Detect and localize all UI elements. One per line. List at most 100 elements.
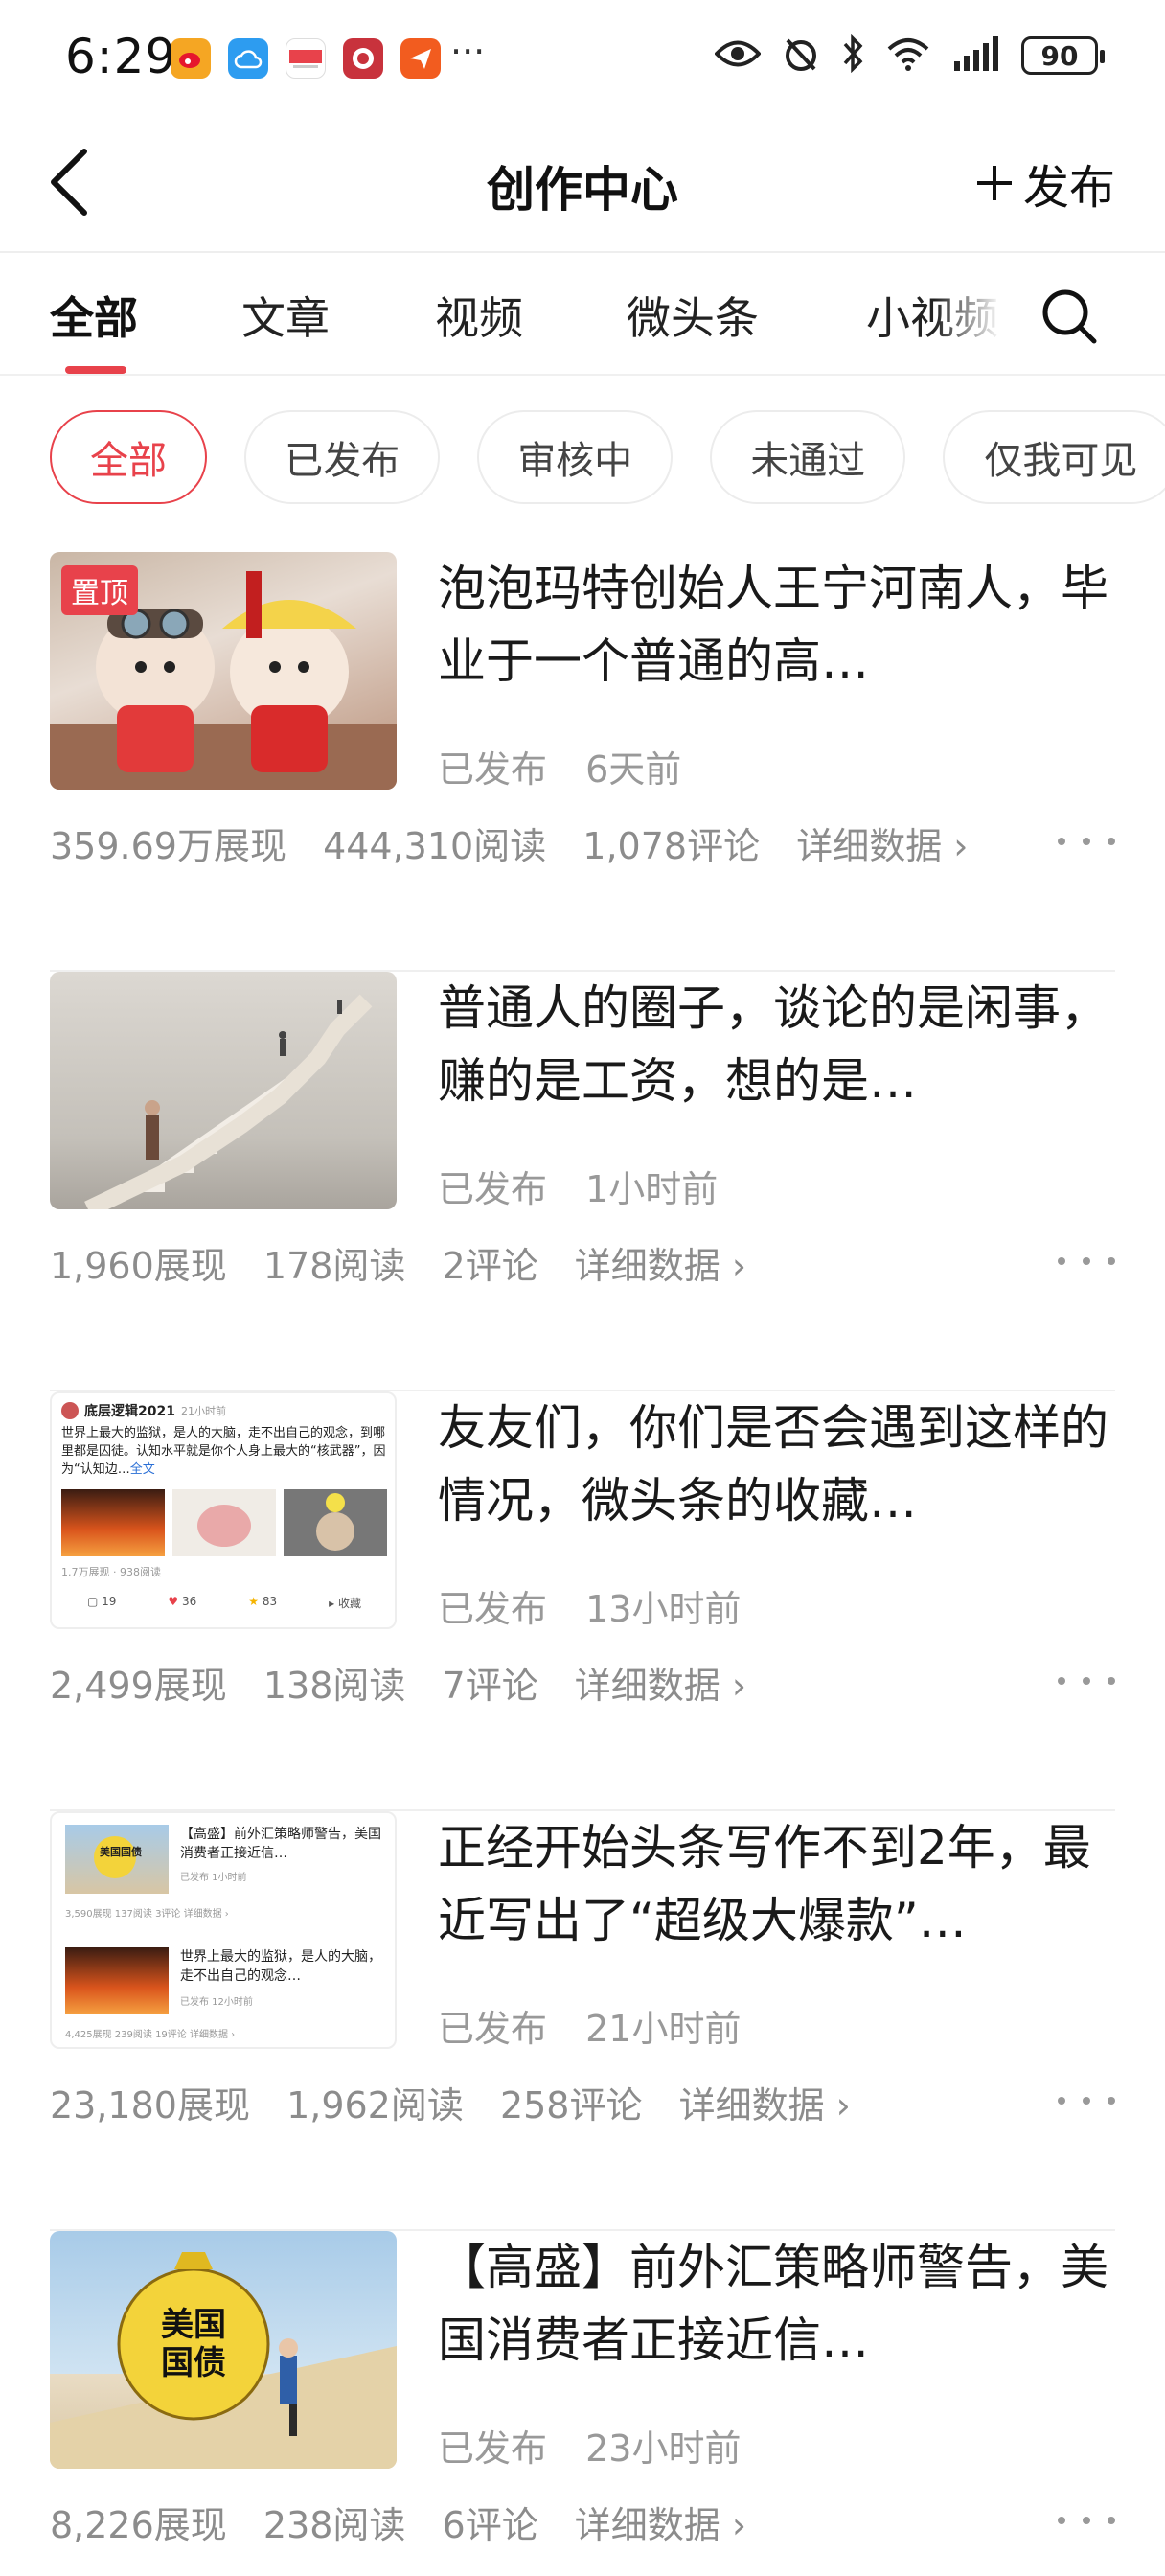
filter-rejected[interactable]: 未通过 <box>710 410 906 504</box>
thumb-author-name: 底层逻辑2021 <box>84 1404 175 1419</box>
toutiao-article-app-icon <box>343 38 383 79</box>
article-status-row: 已发布 23小时前 <box>438 2419 767 2472</box>
detail-data-link[interactable]: 详细数据 › <box>575 2504 746 2546</box>
article-title[interactable]: 【高盛】前外汇策略师警告，美国消费者正接近信… <box>438 2231 1108 2377</box>
top-nav-bar: 创作中心 发布 <box>0 115 1165 253</box>
status-label: 已发布 <box>438 748 548 791</box>
article-title[interactable]: 友友们，你们是否会遇到这样的情况，微头条的收藏… <box>438 1392 1108 1537</box>
thumb-likes: 36 <box>182 1595 197 1608</box>
dot-icon <box>1108 2097 1115 2104</box>
bag-label: 美国国债 <box>161 2306 226 2382</box>
heart-icon: ♥ 36 <box>168 1595 197 1608</box>
article-thumbnail[interactable] <box>50 972 397 1209</box>
detail-data-link[interactable]: 详细数据 › <box>679 2084 851 2127</box>
system-icons: 90 <box>714 34 1105 77</box>
thumb-author-time: 21小时前 <box>180 1405 226 1417</box>
more-options-button[interactable] <box>1058 1662 1115 1700</box>
publish-time: 6天前 <box>585 748 682 791</box>
head-bulb-image <box>284 1489 387 1556</box>
status-label: 已发布 <box>438 2427 548 2470</box>
more-options-button[interactable] <box>1058 1242 1115 1280</box>
detail-data-link[interactable]: 详细数据 › <box>796 825 968 867</box>
mini-badge-text: 美国国债 <box>100 1846 142 1858</box>
alarm-off-icon <box>782 34 820 77</box>
publish-button[interactable]: 发布 <box>975 150 1115 217</box>
eye-icon <box>714 37 762 74</box>
more-options-button[interactable] <box>1058 822 1115 861</box>
comments-count: 7评论 <box>442 1665 538 1707</box>
thumb-post-body: 世界上最大的监狱，是人的大脑，走不出自己的观念，到哪里都是囚徒。认知水平就是你个… <box>61 1426 386 1477</box>
article-thumbnail[interactable]: 美国国债 【高盛】前外汇策略师警告，美国消费者正接近信… 已发布 1小时前 3,… <box>50 1811 397 2049</box>
impressions-count: 2,499展现 <box>50 1665 227 1707</box>
dot-icon <box>1108 2517 1115 2524</box>
filter-private[interactable]: 仅我可见 <box>943 410 1165 504</box>
article-status-row: 已发布 1小时前 <box>438 1160 744 1212</box>
thumb-action-bar: ▢ 19 ♥ 36 ★ 83 ▸ 收藏 <box>61 1595 387 1611</box>
more-options-button[interactable] <box>1058 2082 1115 2120</box>
article-title[interactable]: 正经开始头条写作不到2年，最近写出了“超级大爆款”… <box>438 1811 1108 1957</box>
filter-all[interactable]: 全部 <box>50 410 207 504</box>
weibo-app-icon <box>171 38 211 79</box>
mini-item2-title: 世界上最大的监狱，是人的大脑，走不出自己的观念… <box>180 1949 381 1984</box>
avatar <box>61 1402 79 1419</box>
tab-all[interactable]: 全部 <box>50 284 138 347</box>
mini-item2-status: 已发布 12小时前 <box>180 1997 253 2008</box>
tab-articles[interactable]: 文章 <box>241 284 330 347</box>
publish-time: 23小时前 <box>585 2427 742 2470</box>
thumb-collect: 收藏 <box>337 1597 361 1610</box>
plus-icon <box>976 166 1012 200</box>
tab-videos[interactable]: 视频 <box>435 284 523 347</box>
article-item[interactable]: 美国国债 【高盛】前外汇策略师警告，美国消费者正接近信… 已发布 23小时前 8… <box>50 2231 1115 2576</box>
mini-item1-title: 【高盛】前外汇策略师警告，美国消费者正接近信… <box>180 1827 381 1861</box>
stairs-climbing-image <box>84 994 373 1209</box>
status-label: 已发布 <box>438 1168 548 1210</box>
tab-micro-posts[interactable]: 微头条 <box>627 284 759 347</box>
article-status-row: 已发布 13小时前 <box>438 1579 767 1632</box>
article-thumbnail[interactable]: 美国国债 <box>50 2231 397 2469</box>
filter-published[interactable]: 已发布 <box>244 410 441 504</box>
article-status-row: 已发布 21小时前 <box>438 1999 767 2052</box>
mini-item2-stats: 4,425展现 239阅读 19评论 详细数据 › <box>65 2030 236 2040</box>
publish-time: 13小时前 <box>585 1588 742 1630</box>
comments-count: 2评论 <box>442 1245 538 1287</box>
content-type-tabs: 全部 文章 视频 微头条 小视频 <box>0 255 1165 376</box>
impressions-count: 23,180展现 <box>50 2084 250 2127</box>
paper-plane-app-icon <box>400 38 441 79</box>
filter-under-review[interactable]: 审核中 <box>477 410 674 504</box>
reads-count: 178阅读 <box>263 1245 406 1287</box>
thumb-author-row: 底层逻辑2021 21小时前 <box>61 1401 226 1420</box>
detail-data-link[interactable]: 详细数据 › <box>575 1665 746 1707</box>
article-stats-row: 1,960展现 178阅读 2评论 详细数据 › <box>50 1236 771 1289</box>
explosion-image <box>61 1489 165 1556</box>
publish-time: 21小时前 <box>585 2008 742 2050</box>
battery-indicator: 90 <box>1021 36 1105 75</box>
comment-icon: ▢ 19 <box>86 1595 117 1608</box>
impressions-count: 8,226展现 <box>50 2504 227 2546</box>
reads-count: 238阅读 <box>263 2504 406 2546</box>
star-icon: ★ 83 <box>248 1595 278 1608</box>
article-thumbnail[interactable]: 底层逻辑2021 21小时前 世界上最大的监狱，是人的大脑，走不出自己的观念，到… <box>50 1392 397 1629</box>
brain-image <box>172 1489 276 1556</box>
toutiao-app-icon <box>286 38 326 79</box>
mini-item1-status: 已发布 1小时前 <box>180 1873 247 1883</box>
publish-time: 1小时前 <box>585 1168 719 1210</box>
impressions-count: 1,960展现 <box>50 1245 227 1287</box>
search-button[interactable] <box>1031 278 1108 355</box>
status-filter-chips: 全部 已发布 审核中 未通过 仅我可见 <box>50 410 1165 504</box>
article-item[interactable]: 底层逻辑2021 21小时前 世界上最大的监狱，是人的大脑，走不出自己的观念，到… <box>50 1392 1115 1811</box>
thumb-comments: 19 <box>102 1595 117 1608</box>
search-icon <box>1042 289 1097 344</box>
article-item[interactable]: 美国国债 【高盛】前外汇策略师警告，美国消费者正接近信… 已发布 1小时前 3,… <box>50 1811 1115 2231</box>
thumb-post-text: 世界上最大的监狱，是人的大脑，走不出自己的观念，到哪里都是囚徒。认知水平就是你个… <box>61 1424 387 1479</box>
article-title[interactable]: 普通人的圈子，谈论的是闲事，赚的是工资，想的是… <box>438 972 1108 1117</box>
dot-icon <box>1058 838 1065 845</box>
article-title[interactable]: 泡泡玛特创始人王宁河南人，毕业于一个普通的高… <box>438 552 1108 698</box>
thumb-full-text-link: 全文 <box>129 1462 155 1477</box>
detail-data-link[interactable]: 详细数据 › <box>575 1245 746 1287</box>
article-item[interactable]: 普通人的圈子，谈论的是闲事，赚的是工资，想的是… 已发布 1小时前 1,960展… <box>50 972 1115 1392</box>
tab-fade-overlay <box>934 255 1030 370</box>
more-options-button[interactable] <box>1058 2501 1115 2540</box>
dot-icon <box>1083 2517 1090 2524</box>
article-item[interactable]: 置顶 泡泡玛特创始人王宁河南人，毕业于一个普通的高… 已发布 6天前 359.6… <box>50 552 1115 972</box>
article-thumbnail[interactable]: 置顶 <box>50 552 397 790</box>
